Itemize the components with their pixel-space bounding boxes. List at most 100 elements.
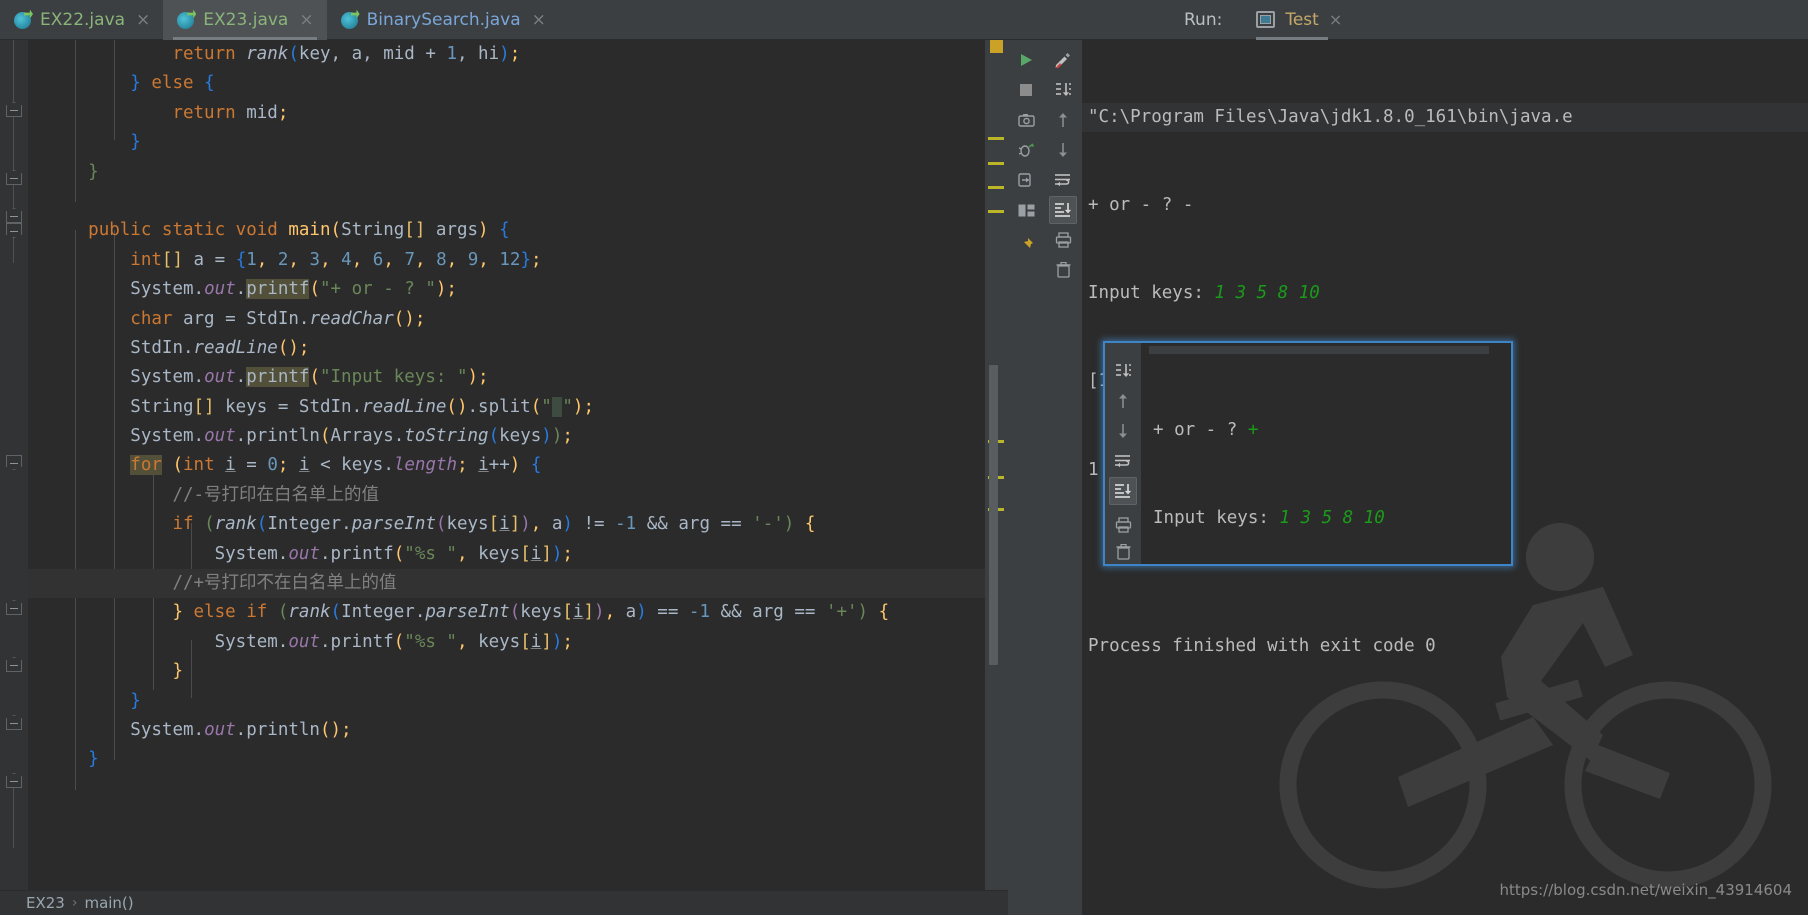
close-icon[interactable]: × [136, 11, 150, 29]
breadcrumb-class[interactable]: EX23 [26, 894, 65, 912]
debug-icon[interactable] [1012, 136, 1040, 164]
code-line: System.out.printf("%s ", keys[i]); [214, 543, 573, 564]
fold-marker[interactable] [6, 657, 22, 672]
code-line: } [130, 132, 141, 153]
fold-marker[interactable] [6, 208, 22, 223]
fold-marker[interactable] [6, 773, 22, 788]
scroll-to-end-icon[interactable] [1049, 196, 1077, 224]
editor-tab-label: EX22.java [40, 10, 126, 30]
trash-icon[interactable] [1109, 538, 1137, 566]
scroll-down-icon[interactable] [1049, 136, 1077, 164]
inspection-status-indicator[interactable] [990, 40, 1003, 53]
java-class-icon [340, 11, 358, 29]
stop-button[interactable] [1012, 76, 1040, 104]
popup-prompt-answer: + [1247, 419, 1259, 440]
scroll-down-icon[interactable] [1109, 417, 1137, 445]
warning-marker[interactable] [988, 210, 1004, 213]
code-line: int[] a = {1, 2, 3, 4, 6, 7, 8, 9, 12}; [130, 249, 542, 270]
console-inputkeys-label: Input keys: [1088, 283, 1215, 304]
editor-tab-ex22[interactable]: EX22.java × [0, 0, 163, 40]
scrollbar-thumb[interactable] [989, 365, 998, 665]
export-icon[interactable] [1012, 166, 1040, 194]
java-class-icon [177, 11, 195, 29]
close-icon[interactable]: × [299, 11, 313, 29]
soft-wrap-icon[interactable] [1109, 357, 1137, 385]
scroll-up-icon[interactable] [1049, 106, 1077, 134]
soft-wrap-icon[interactable] [1049, 76, 1077, 104]
edit-config-icon[interactable] [1049, 46, 1077, 74]
code-line: System.out.println(Arrays.toString(keys)… [130, 426, 573, 447]
scroll-up-icon[interactable] [1109, 387, 1137, 415]
wrap-lines-icon[interactable] [1109, 447, 1137, 475]
warning-marker[interactable] [988, 162, 1004, 165]
layout-icon[interactable] [1012, 196, 1040, 224]
editor-tab-label: EX23.java [203, 10, 289, 30]
floating-console-popup[interactable]: + or - ? + Input keys: 1 3 5 8 10 [1, 3,… [1103, 341, 1513, 566]
code-editor[interactable]: return rank(key, a, mid + 1, hi); } else… [28, 40, 1008, 890]
breadcrumb-method[interactable]: main() [84, 894, 133, 912]
code-line: } [88, 161, 99, 182]
console-line-exit: Process finished with exit code 0 [1088, 636, 1436, 657]
console-line-command: "C:\Program Files\Java\jdk1.8.0_161\bin\… [1082, 102, 1808, 133]
fold-marker[interactable] [6, 223, 22, 238]
code-line: System.out.printf("Input keys: "); [130, 367, 489, 388]
print-icon[interactable] [1109, 511, 1137, 539]
fold-marker[interactable] [6, 455, 22, 470]
screenshot-icon[interactable] [1012, 106, 1040, 134]
code-line: } [130, 690, 141, 711]
fold-marker[interactable] [6, 715, 22, 730]
pin-icon[interactable] [1012, 231, 1040, 259]
code-line: StdIn.readLine(); [130, 337, 310, 358]
breadcrumb-separator: › [71, 895, 78, 911]
close-icon[interactable]: × [1329, 10, 1342, 29]
editor-tab-ex23[interactable]: EX23.java × [163, 0, 327, 40]
console-line-prompt: + or - ? - [1082, 191, 1808, 220]
code-line: return rank(key, a, mid + 1, hi); [172, 44, 521, 64]
code-line: for (int i = 0; i < keys.length; i++) { [130, 455, 542, 476]
rerun-button[interactable] [1012, 46, 1040, 74]
editor-gutter [0, 40, 28, 915]
console-prompt-answer: - [1182, 195, 1194, 216]
run-config-icon [1256, 11, 1276, 28]
code-line: public static void main(String[] args) { [88, 220, 510, 241]
console-prompt-text: + or - ? [1088, 195, 1183, 216]
run-toolwindow-header: Run: Test × [1170, 0, 1808, 40]
code-line: } [172, 661, 183, 682]
source-code: return rank(key, a, mid + 1, hi); } else… [28, 40, 1008, 775]
console-inputkeys-values: 1 3 5 8 10 [1214, 283, 1320, 304]
code-line: } else { [130, 73, 215, 94]
fold-marker[interactable] [6, 170, 22, 185]
run-tab-test[interactable]: Test × [1248, 0, 1350, 40]
breadcrumb: EX23 › main() [0, 890, 1008, 915]
fold-marker[interactable] [6, 102, 22, 117]
popup-line-prompt: + or - ? + [1153, 416, 1511, 445]
code-line: //-号打印在白名单上的值 [172, 484, 380, 505]
code-line: System.out.println(); [130, 719, 352, 740]
code-line: //+号打印不在白名单上的值 [28, 569, 1008, 599]
popup-console-output[interactable]: + or - ? + Input keys: 1 3 5 8 10 [1, 3,… [1141, 343, 1511, 564]
close-icon[interactable]: × [532, 11, 546, 29]
editor-tab-binarysearch[interactable]: BinarySearch.java × [327, 0, 559, 40]
code-line: if (rank(Integer.parseInt(keys[i]), a) !… [172, 514, 816, 535]
code-line: } [88, 749, 99, 770]
editor-tab-label: BinarySearch.java [366, 10, 521, 30]
code-line: System.out.printf("+ or - ? "); [130, 279, 457, 300]
fold-marker[interactable] [6, 600, 22, 615]
error-stripe-scrollbar[interactable] [985, 40, 1008, 890]
ide-window: EX22.java × EX23.java × BinarySearch.jav… [0, 0, 1808, 915]
trash-icon[interactable] [1049, 256, 1077, 284]
watermark-url: https://blog.csdn.net/weixin_43914604 [1499, 881, 1792, 899]
code-line: String[] keys = StdIn.readLine().split("… [130, 396, 594, 417]
popup-inputkeys-label: Input keys: [1153, 508, 1280, 529]
java-class-icon [14, 11, 31, 29]
print-icon[interactable] [1049, 226, 1077, 254]
scroll-to-end-icon[interactable] [1109, 477, 1137, 505]
warning-marker[interactable] [988, 186, 1004, 189]
editor-tab-bar: EX22.java × EX23.java × BinarySearch.jav… [0, 0, 1170, 40]
wrap-lines-icon[interactable] [1049, 166, 1077, 194]
popup-prompt-text: + or - ? [1153, 419, 1248, 440]
fold-line [13, 788, 14, 848]
fold-line [13, 40, 14, 102]
warning-marker[interactable] [988, 137, 1004, 140]
